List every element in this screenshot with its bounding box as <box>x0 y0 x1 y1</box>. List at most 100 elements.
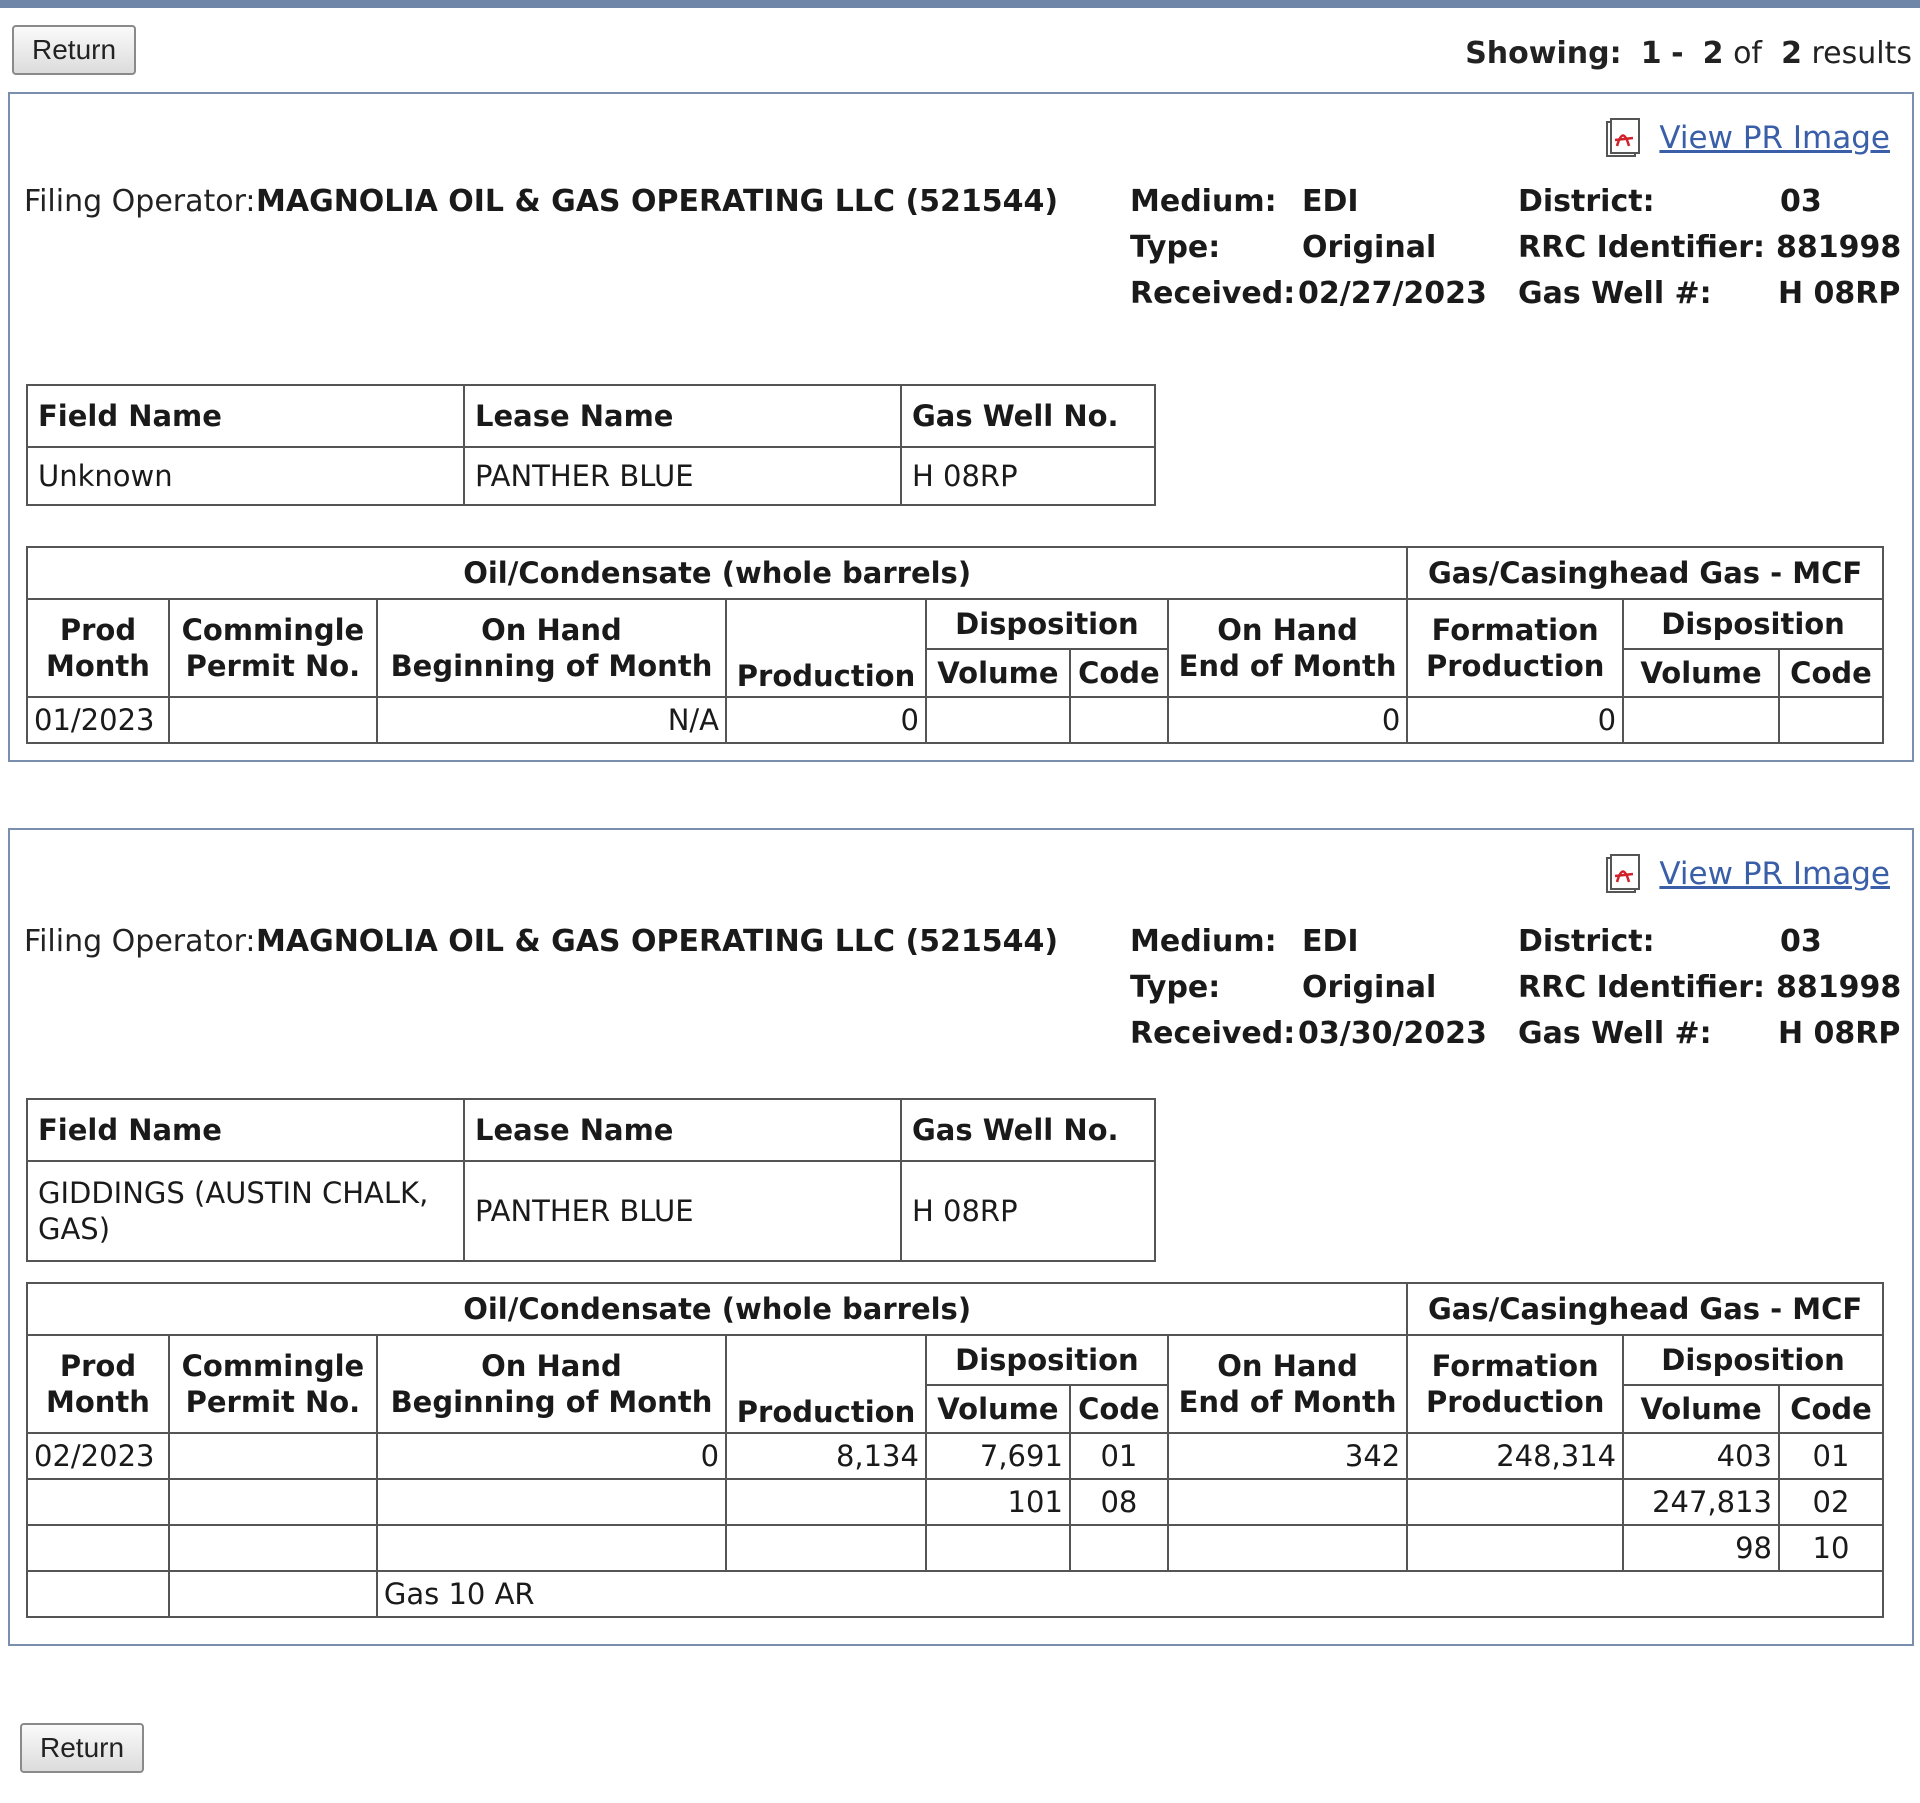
gas-well-num-value: H 08RP <box>1778 1016 1901 1051</box>
on-hand-label: On Hand <box>1217 1348 1358 1383</box>
oil-condensate-header: Oil/Condensate (whole barrels) <box>25 1282 1409 1336</box>
type-value: Original <box>1302 230 1437 265</box>
showing-from: 1 <box>1640 36 1662 71</box>
oil-disposition-header: Disposition <box>924 598 1169 650</box>
gas-volume-cell: 403 <box>1622 1432 1781 1480</box>
medium-label: Medium: <box>1130 924 1277 959</box>
view-pr-image-link[interactable]: View PR Image <box>1659 856 1890 892</box>
view-pr-image-link[interactable]: View PR Image <box>1659 120 1890 156</box>
return-button-bottom[interactable]: Return <box>20 1723 145 1773</box>
prod-month-cell <box>26 1570 170 1618</box>
gas-volume-cell: 247,813 <box>1622 1478 1781 1526</box>
formation-production-cell <box>1406 1524 1625 1572</box>
oil-code-cell: 01 <box>1068 1432 1169 1480</box>
view-pr-image-link-wrap[interactable]: View PR Image <box>1605 854 1890 894</box>
beginning-of-month-label: Beginning of Month <box>390 649 713 683</box>
production-cell: 8,134 <box>725 1432 927 1480</box>
production-record: View PR Image Filing Operator: MAGNOLIA … <box>8 828 1914 1646</box>
type-value: Original <box>1302 970 1437 1005</box>
field-table: Field Name Lease Name Gas Well No. Unkno… <box>26 384 1156 506</box>
gas-well-num-label: Gas Well #: <box>1518 276 1712 311</box>
on-hand-beginning-cell: N/A <box>375 696 728 744</box>
filing-operator-label: Filing Operator: <box>24 924 256 959</box>
district-label: District: <box>1518 184 1655 219</box>
prod-month-cell: 02/2023 <box>26 1432 170 1480</box>
lease-name-cell: PANTHER BLUE <box>463 446 902 506</box>
production-cell: 0 <box>725 696 927 744</box>
filing-operator-value: MAGNOLIA OIL & GAS OPERATING LLC (521544… <box>256 924 1059 959</box>
note-cell: Gas 10 AR <box>375 1570 1885 1618</box>
showing-dash: - <box>1671 36 1684 71</box>
type-label: Type: <box>1130 230 1221 265</box>
commingle-label: Commingle <box>181 1348 365 1383</box>
gas-well-no-header: Gas Well No. <box>900 1098 1156 1162</box>
formation-production-header: Formation Production <box>1406 598 1625 698</box>
prod-month-header: Prod Month <box>26 598 170 698</box>
production-header: Production <box>725 1334 927 1434</box>
permit-no-label: Permit No. <box>185 649 361 683</box>
formation-label: Formation <box>1431 1348 1599 1383</box>
received-label: Received: <box>1130 1016 1296 1051</box>
oil-code-cell <box>1068 696 1169 744</box>
field-name-cell: Unknown <box>26 446 465 506</box>
received-value: 03/30/2023 <box>1298 1016 1487 1051</box>
table-row: 02/2023 0 8,134 7,691 01 342 248,314 403… <box>26 1432 1884 1480</box>
pdf-icon <box>1605 854 1641 894</box>
on-hand-label: On Hand <box>481 1348 622 1383</box>
medium-value: EDI <box>1302 184 1359 219</box>
table-row: 101 08 247,813 02 <box>26 1478 1884 1526</box>
oil-disposition-header: Disposition <box>924 1334 1169 1386</box>
field-table: Field Name Lease Name Gas Well No. GIDDI… <box>26 1098 1156 1262</box>
pdf-icon <box>1605 118 1641 158</box>
showing-total: 2 <box>1781 36 1802 71</box>
gas-volume-cell: 98 <box>1622 1524 1781 1572</box>
top-border <box>0 0 1920 8</box>
showing-label: Showing: <box>1465 36 1622 71</box>
month-label: Month <box>46 1385 150 1419</box>
filing-operator-label: Filing Operator: <box>24 184 256 219</box>
gas-code-header: Code <box>1778 1384 1884 1434</box>
view-pr-image-link-wrap[interactable]: View PR Image <box>1605 118 1890 158</box>
commingle-cell <box>167 696 378 744</box>
medium-value: EDI <box>1302 924 1359 959</box>
oil-code-header: Code <box>1068 1384 1169 1434</box>
oil-volume-cell <box>924 1524 1071 1572</box>
oil-volume-header: Volume <box>924 1384 1071 1434</box>
on-hand-end-cell: 342 <box>1166 1432 1409 1480</box>
on-hand-beginning-header: On Hand Beginning of Month <box>375 598 728 698</box>
production-label: Production <box>1425 1385 1605 1419</box>
field-name-header: Field Name <box>26 384 465 448</box>
prod-month-cell <box>26 1478 170 1526</box>
gas-volume-header: Volume <box>1622 1384 1781 1434</box>
commingle-cell <box>167 1524 378 1572</box>
commingle-cell <box>167 1432 378 1480</box>
gas-disposition-header: Disposition <box>1622 598 1884 650</box>
commingle-permit-header: Commingle Permit No. <box>167 1334 378 1434</box>
commingle-label: Commingle <box>181 612 365 647</box>
return-button-top[interactable]: Return <box>12 25 137 75</box>
gas-volume-header: Volume <box>1622 648 1780 698</box>
oil-volume-cell <box>924 696 1071 744</box>
gas-code-cell: 01 <box>1778 1432 1884 1480</box>
formation-production-cell: 0 <box>1406 696 1625 744</box>
formation-production-header: Formation Production <box>1406 1334 1625 1434</box>
showing-suffix: results <box>1811 36 1912 71</box>
gas-well-no-cell: H 08RP <box>900 446 1156 506</box>
oil-volume-header: Volume <box>924 648 1071 698</box>
gas-well-no-header: Gas Well No. <box>900 384 1156 448</box>
table-row: GIDDINGS (AUSTIN CHALK, GAS) PANTHER BLU… <box>26 1160 1156 1262</box>
formation-production-cell: 248,314 <box>1406 1432 1625 1480</box>
oil-volume-cell: 7,691 <box>924 1432 1071 1480</box>
oil-code-cell <box>1068 1524 1169 1572</box>
month-label: Month <box>46 649 150 683</box>
results-count: Showing: 1 - 2 of 2 results <box>1465 36 1912 71</box>
showing-of: of <box>1733 36 1762 71</box>
field-name-cell: GIDDINGS (AUSTIN CHALK, GAS) <box>26 1160 465 1262</box>
district-value: 03 <box>1780 924 1822 959</box>
lease-name-cell: PANTHER BLUE <box>463 1160 902 1262</box>
production-cell <box>725 1524 927 1572</box>
lease-name-header: Lease Name <box>463 1098 902 1162</box>
oil-condensate-header: Oil/Condensate (whole barrels) <box>25 546 1409 600</box>
beginning-of-month-label: Beginning of Month <box>390 1385 713 1419</box>
on-hand-end-cell <box>1166 1524 1409 1572</box>
